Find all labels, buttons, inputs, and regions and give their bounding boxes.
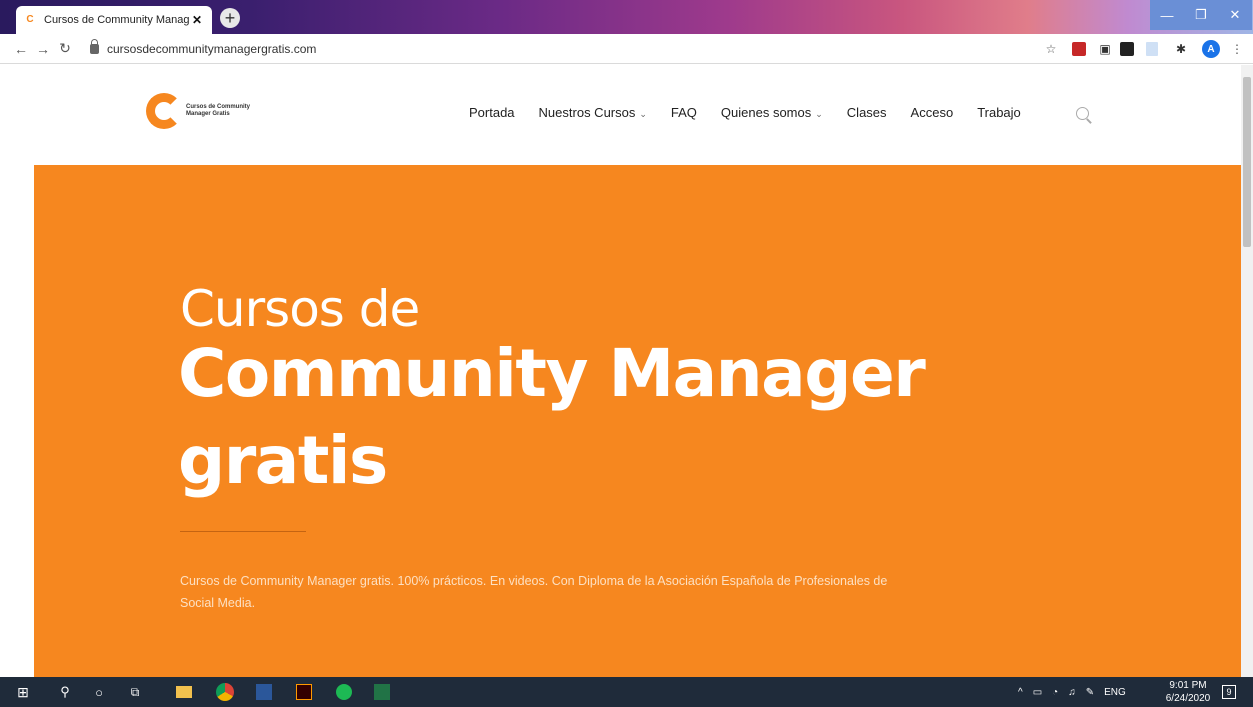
nav-clases[interactable]: Clases	[847, 105, 887, 120]
nav-label: Acceso	[910, 105, 954, 120]
scrollbar-thumb[interactable]	[1243, 77, 1251, 247]
menu-dots-icon[interactable]: ⋮	[1228, 40, 1246, 58]
logo-text-line2: Manager Gratis	[186, 111, 230, 117]
main-nav: Portada Nuestros Cursos ⌄ FAQ Quienes som…	[469, 105, 1045, 120]
nav-label: Portada	[469, 105, 515, 120]
nav-label: Nuestros Cursos	[538, 105, 636, 120]
tab-title: Cursos de Community Manager	[44, 14, 190, 26]
maximize-button[interactable]: ❐	[1184, 0, 1218, 30]
web-page: Cursos de Community Manager Gratis Porta…	[0, 65, 1241, 677]
battery-icon[interactable]: ▭	[1033, 687, 1042, 698]
nav-acceso[interactable]: Acceso	[911, 105, 954, 120]
chevron-up-icon[interactable]: ^	[1018, 687, 1023, 698]
nav-label: Trabajo	[977, 105, 1021, 120]
site-logo[interactable]: Cursos de Community Manager Gratis	[146, 93, 266, 129]
language-indicator[interactable]: ENG	[1104, 687, 1126, 698]
pdf-extension-icon[interactable]	[1072, 42, 1086, 56]
spotify-icon[interactable]	[336, 684, 352, 700]
nav-label: Quienes somos	[720, 105, 812, 120]
windows-taskbar: ⊞ ⚲ ○ ⧉ ^ ▭ ◔ ♫ ✎ ENG 9:01 PM 6/24/2020 …	[0, 677, 1253, 707]
wifi-icon[interactable]: ◔	[1052, 687, 1058, 698]
divider	[180, 531, 306, 532]
reload-icon[interactable]: ↻	[54, 40, 76, 57]
search-icon[interactable]: ⚲	[56, 683, 74, 701]
file-explorer-icon[interactable]	[176, 686, 192, 698]
new-tab-button[interactable]: +	[220, 8, 240, 28]
hero-title-line1: Cursos de	[180, 280, 420, 338]
site-header: Cursos de Community Manager Gratis Porta…	[0, 65, 1241, 165]
chevron-down-icon: ⌄	[815, 109, 823, 119]
lock-icon	[90, 38, 99, 54]
favicon-icon: C	[26, 14, 34, 25]
doc-extension-icon[interactable]	[1146, 42, 1158, 56]
nav-label: FAQ	[670, 105, 697, 120]
hero-section: Cursos de Community Manager gratis Curso…	[34, 165, 1241, 677]
pen-icon[interactable]: ✎	[1086, 687, 1094, 698]
windows-start-icon[interactable]: ⊞	[14, 683, 32, 701]
logo-c-icon	[146, 93, 182, 129]
page-scrollbar[interactable]	[1241, 65, 1253, 677]
browser-titlebar: C Cursos de Community Manager ✕ + — ❐ ✕	[0, 0, 1253, 34]
close-tab-icon[interactable]: ✕	[190, 13, 204, 27]
cortana-icon[interactable]: ○	[90, 683, 108, 701]
address-bar: ← → ↻ cursosdecommunitymanagergratis.com…	[0, 34, 1253, 64]
nav-nuestros-cursos[interactable]: Nuestros Cursos ⌄	[539, 105, 647, 120]
hero-title-line3: gratis	[178, 422, 388, 499]
nav-quienes-somos[interactable]: Quienes somos ⌄	[721, 105, 823, 120]
volume-icon[interactable]: ♫	[1068, 687, 1076, 698]
hero-title-line2: Community Manager	[178, 335, 926, 412]
hero-description: Cursos de Community Manager gratis. 100%…	[180, 574, 888, 610]
excel-icon[interactable]	[374, 684, 390, 700]
logo-text-line1: Cursos de Community	[186, 104, 251, 110]
nav-faq[interactable]: FAQ	[671, 105, 697, 120]
nav-portada[interactable]: Portada	[469, 105, 515, 120]
puzzle-icon[interactable]: ✱	[1172, 40, 1190, 58]
logo-text: Cursos de Community Manager Gratis	[186, 104, 266, 118]
notifications-icon[interactable]: 9	[1222, 685, 1236, 699]
nav-label: Clases	[846, 105, 887, 120]
star-icon[interactable]: ☆	[1042, 40, 1060, 58]
illustrator-icon[interactable]	[296, 684, 312, 700]
url-field[interactable]: cursosdecommunitymanagergratis.com	[107, 42, 316, 56]
w-extension-icon[interactable]	[1120, 42, 1134, 56]
close-window-button[interactable]: ✕	[1218, 0, 1252, 30]
clock-time: 9:01 PM	[1169, 680, 1207, 691]
screen: { "browser": { "tab_title": "Cursos de C…	[0, 0, 1253, 707]
profile-avatar[interactable]: A	[1202, 40, 1220, 58]
back-arrow-icon[interactable]: ←	[10, 41, 32, 57]
forward-arrow-icon[interactable]: →	[32, 41, 54, 57]
task-view-icon[interactable]: ⧉	[126, 683, 144, 701]
clock[interactable]: 9:01 PM 6/24/2020	[1160, 679, 1216, 705]
chevron-down-icon: ⌄	[639, 109, 647, 119]
clock-date: 6/24/2020	[1165, 693, 1211, 704]
chrome-icon[interactable]	[216, 683, 234, 701]
browser-tab[interactable]: C Cursos de Community Manager ✕	[16, 6, 212, 34]
word-icon[interactable]	[256, 684, 272, 700]
system-tray: ^ ▭ ◔ ♫ ✎ ENG	[1018, 677, 1126, 707]
search-icon[interactable]	[1076, 107, 1089, 120]
minimize-button[interactable]: —	[1150, 0, 1184, 30]
tab-extension-icon[interactable]: ▣	[1096, 40, 1114, 58]
nav-trabajo[interactable]: Trabajo	[977, 105, 1021, 120]
